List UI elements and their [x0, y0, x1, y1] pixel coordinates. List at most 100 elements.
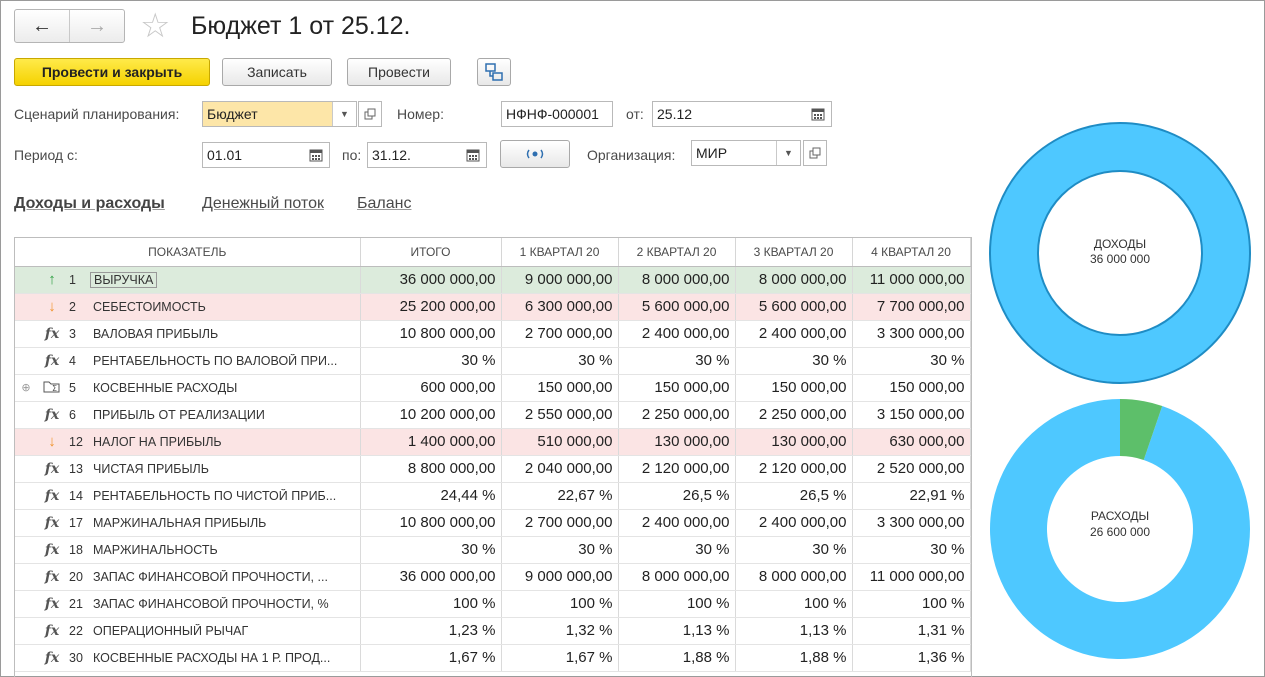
total-cell[interactable]: 36 000 000,00: [360, 563, 502, 591]
number-field[interactable]: НФНФ-000001: [501, 101, 613, 127]
total-cell[interactable]: 1 400 000,00: [360, 428, 502, 456]
q3-cell[interactable]: 2 400 000,00: [735, 320, 853, 348]
table-row[interactable]: fx 6 ПРИБЫЛЬ ОТ РЕАЛИЗАЦИИ 10 200 000,00 2 5…: [15, 401, 971, 429]
q1-cell[interactable]: 2 700 000,00: [501, 320, 619, 348]
indicator-cell[interactable]: fx 30 КОСВЕННЫЕ РАСХОДЫ НА 1 Р. ПРОД...: [15, 644, 361, 672]
q2-cell[interactable]: 2 250 000,00: [618, 401, 736, 429]
column-header[interactable]: 2 КВАРТАЛ 20: [618, 238, 736, 267]
q4-cell[interactable]: 1,31 %: [852, 617, 971, 645]
indicator-cell[interactable]: fx 13 ЧИСТАЯ ПРИБЫЛЬ: [15, 455, 361, 483]
q1-cell[interactable]: 6 300 000,00: [501, 293, 619, 321]
q4-cell[interactable]: 630 000,00: [852, 428, 971, 456]
q4-cell[interactable]: 3 300 000,00: [852, 509, 971, 537]
tab-income-expenses[interactable]: Доходы и расходы: [14, 195, 165, 213]
q2-cell[interactable]: 30 %: [618, 347, 736, 375]
table-row[interactable]: fx 20 ЗАПАС ФИНАНСОВОЙ ПРОЧНОСТИ, ... 36 00…: [15, 563, 971, 591]
table-row[interactable]: fx 22 ОПЕРАЦИОННЫЙ РЫЧАГ 1,23 % 1,32 % 1,13 %…: [15, 617, 971, 645]
q2-cell[interactable]: 1,13 %: [618, 617, 736, 645]
indicator-cell[interactable]: fx 22 ОПЕРАЦИОННЫЙ РЫЧАГ: [15, 617, 361, 645]
table-row[interactable]: fx 30 КОСВЕННЫЕ РАСХОДЫ НА 1 Р. ПРОД... 1,6…: [15, 644, 971, 672]
period-to-field[interactable]: 31.12.: [367, 142, 487, 168]
total-cell[interactable]: 10 800 000,00: [360, 320, 502, 348]
table-row[interactable]: fx 17 МАРЖИНАЛЬНАЯ ПРИБЫЛЬ 10 800 000,00 2 7…: [15, 509, 971, 537]
q2-cell[interactable]: 1,88 %: [618, 644, 736, 672]
q1-cell[interactable]: 510 000,00: [501, 428, 619, 456]
post-and-close-button[interactable]: Провести и закрыть: [14, 58, 210, 86]
q2-cell[interactable]: 8 000 000,00: [618, 563, 736, 591]
column-header[interactable]: 3 КВАРТАЛ 20: [735, 238, 853, 267]
post-button[interactable]: Провести: [347, 58, 451, 86]
q2-cell[interactable]: 30 %: [618, 536, 736, 564]
chevron-down-icon[interactable]: ▼: [776, 141, 800, 165]
q3-cell[interactable]: 30 %: [735, 347, 853, 375]
column-header[interactable]: ИТОГО: [360, 238, 502, 267]
column-header[interactable]: ПОКАЗАТЕЛЬ: [15, 238, 361, 267]
total-cell[interactable]: 24,44 %: [360, 482, 502, 510]
period-from-field[interactable]: 01.01: [202, 142, 330, 168]
q4-cell[interactable]: 100 %: [852, 590, 971, 618]
indicator-cell[interactable]: ⊕ Σ 5 КОСВЕННЫЕ РАСХОДЫ: [15, 374, 361, 402]
table-row[interactable]: fx 14 РЕНТАБЕЛЬНОСТЬ ПО ЧИСТОЙ ПРИБ... 24,4…: [15, 482, 971, 510]
q2-cell[interactable]: 26,5 %: [618, 482, 736, 510]
chevron-down-icon[interactable]: ▼: [332, 102, 356, 126]
q3-cell[interactable]: 30 %: [735, 536, 853, 564]
total-cell[interactable]: 100 %: [360, 590, 502, 618]
q4-cell[interactable]: 11 000 000,00: [852, 563, 971, 591]
q4-cell[interactable]: 3 150 000,00: [852, 401, 971, 429]
q2-cell[interactable]: 8 000 000,00: [618, 266, 736, 294]
column-header[interactable]: 4 КВАРТАЛ 20: [852, 238, 971, 267]
q1-cell[interactable]: 150 000,00: [501, 374, 619, 402]
q4-cell[interactable]: 1,36 %: [852, 644, 971, 672]
table-row[interactable]: ↓ 12 НАЛОГ НА ПРИБЫЛЬ 1 400 000,00 510 000,0…: [15, 428, 971, 456]
q1-cell[interactable]: 30 %: [501, 536, 619, 564]
q3-cell[interactable]: 2 400 000,00: [735, 509, 853, 537]
q3-cell[interactable]: 2 120 000,00: [735, 455, 853, 483]
indicator-cell[interactable]: fx 17 МАРЖИНАЛЬНАЯ ПРИБЫЛЬ: [15, 509, 361, 537]
calendar-icon[interactable]: [303, 143, 329, 167]
structure-button[interactable]: [477, 58, 511, 86]
column-header[interactable]: 1 КВАРТАЛ 20: [501, 238, 619, 267]
indicator-cell[interactable]: ↓ 2 СЕБЕСТОИМОСТЬ: [15, 293, 361, 321]
tab-cash-flow[interactable]: Денежный поток: [202, 195, 324, 213]
favorite-star-icon[interactable]: ☆: [140, 9, 170, 43]
q1-cell[interactable]: 2 040 000,00: [501, 455, 619, 483]
indicator-cell[interactable]: fx 14 РЕНТАБЕЛЬНОСТЬ ПО ЧИСТОЙ ПРИБ...: [15, 482, 361, 510]
save-button[interactable]: Записать: [222, 58, 332, 86]
table-row[interactable]: fx 18 МАРЖИНАЛЬНОСТЬ 30 % 30 % 30 % 30 % 30 %: [15, 536, 971, 564]
period-picker-button[interactable]: [500, 140, 570, 168]
open-org-button[interactable]: [803, 140, 827, 166]
indicator-cell[interactable]: fx 20 ЗАПАС ФИНАНСОВОЙ ПРОЧНОСТИ, ...: [15, 563, 361, 591]
q2-cell[interactable]: 5 600 000,00: [618, 293, 736, 321]
total-cell[interactable]: 10 800 000,00: [360, 509, 502, 537]
q3-cell[interactable]: 5 600 000,00: [735, 293, 853, 321]
table-row[interactable]: ↓ 2 СЕБЕСТОИМОСТЬ 25 200 000,00 6 300 000,00…: [15, 293, 971, 321]
expand-icon[interactable]: ⊕: [15, 381, 37, 394]
q3-cell[interactable]: 130 000,00: [735, 428, 853, 456]
total-cell[interactable]: 30 %: [360, 347, 502, 375]
q1-cell[interactable]: 1,67 %: [501, 644, 619, 672]
indicator-cell[interactable]: fx 18 МАРЖИНАЛЬНОСТЬ: [15, 536, 361, 564]
total-cell[interactable]: 8 800 000,00: [360, 455, 502, 483]
q1-cell[interactable]: 9 000 000,00: [501, 563, 619, 591]
q4-cell[interactable]: 11 000 000,00: [852, 266, 971, 294]
q2-cell[interactable]: 150 000,00: [618, 374, 736, 402]
indicator-cell[interactable]: ↓ 12 НАЛОГ НА ПРИБЫЛЬ: [15, 428, 361, 456]
indicator-cell[interactable]: fx 21 ЗАПАС ФИНАНСОВОЙ ПРОЧНОСТИ, %: [15, 590, 361, 618]
total-cell[interactable]: 1,23 %: [360, 617, 502, 645]
indicator-cell[interactable]: ↑ 1 ВЫРУЧКА: [15, 266, 361, 294]
q2-cell[interactable]: 130 000,00: [618, 428, 736, 456]
table-row[interactable]: fx 13 ЧИСТАЯ ПРИБЫЛЬ 8 800 000,00 2 040 000,…: [15, 455, 971, 483]
indicator-cell[interactable]: fx 6 ПРИБЫЛЬ ОТ РЕАЛИЗАЦИИ: [15, 401, 361, 429]
q4-cell[interactable]: 22,91 %: [852, 482, 971, 510]
q1-cell[interactable]: 2 550 000,00: [501, 401, 619, 429]
q2-cell[interactable]: 100 %: [618, 590, 736, 618]
indicator-cell[interactable]: fx 4 РЕНТАБЕЛЬНОСТЬ ПО ВАЛОВОЙ ПРИ...: [15, 347, 361, 375]
calendar-icon[interactable]: [805, 102, 831, 126]
q3-cell[interactable]: 8 000 000,00: [735, 266, 853, 294]
table-row[interactable]: ⊕ Σ 5 КОСВЕННЫЕ РАСХОДЫ 600 000,00 150 000,00…: [15, 374, 971, 402]
q3-cell[interactable]: 100 %: [735, 590, 853, 618]
q3-cell[interactable]: 150 000,00: [735, 374, 853, 402]
table-row[interactable]: fx 4 РЕНТАБЕЛЬНОСТЬ ПО ВАЛОВОЙ ПРИ... 30 % 3…: [15, 347, 971, 375]
q4-cell[interactable]: 3 300 000,00: [852, 320, 971, 348]
q3-cell[interactable]: 26,5 %: [735, 482, 853, 510]
